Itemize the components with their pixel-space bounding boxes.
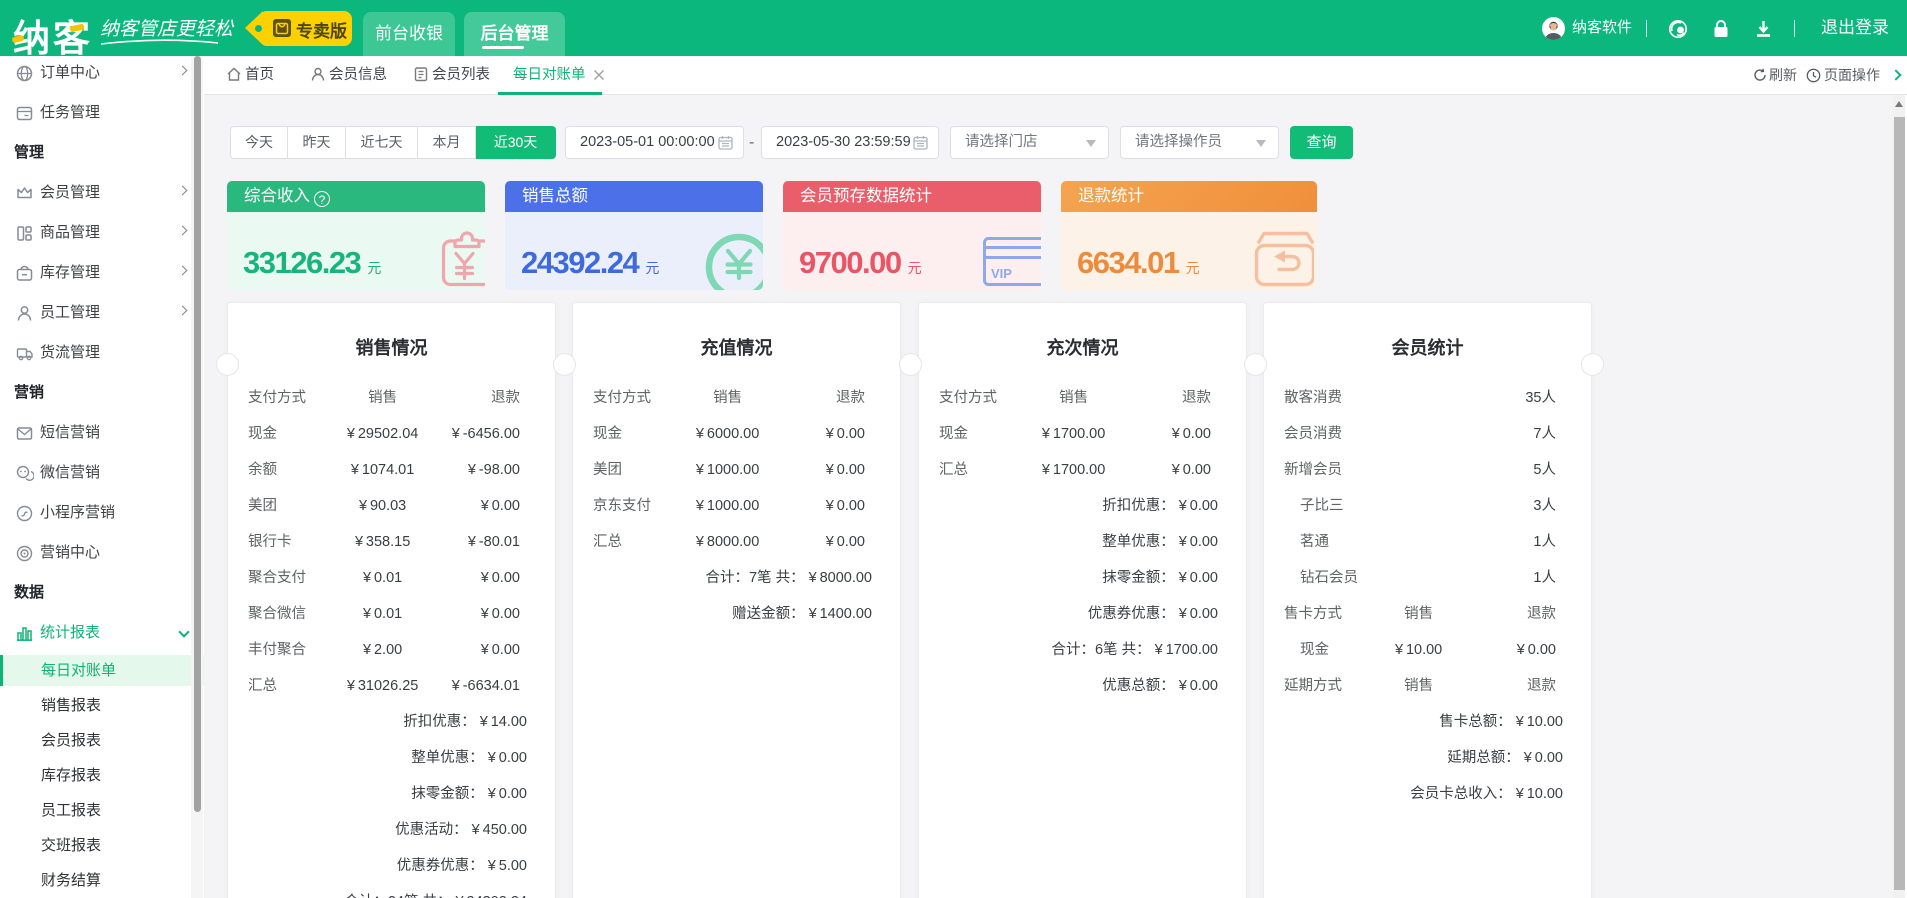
- svg-text:VIP: VIP: [991, 266, 1012, 281]
